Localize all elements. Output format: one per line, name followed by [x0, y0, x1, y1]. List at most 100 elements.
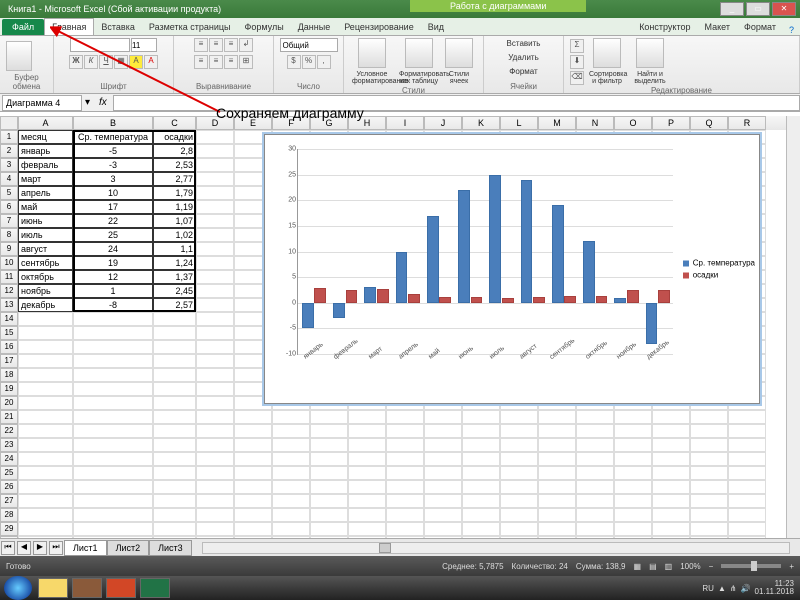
col-header[interactable]: R: [728, 116, 766, 130]
col-header[interactable]: O: [614, 116, 652, 130]
cell[interactable]: [153, 480, 196, 494]
row-header[interactable]: 23: [0, 438, 18, 452]
cell[interactable]: [500, 452, 538, 466]
cell[interactable]: [196, 298, 234, 312]
currency-button[interactable]: $: [287, 55, 301, 69]
cell[interactable]: [576, 466, 614, 480]
view-pagebreak-icon[interactable]: ▥: [665, 562, 673, 571]
cell[interactable]: [424, 508, 462, 522]
row-header[interactable]: 6: [0, 200, 18, 214]
cell[interactable]: [153, 326, 196, 340]
cell[interactable]: сентябрь: [18, 256, 73, 270]
cell[interactable]: [386, 452, 424, 466]
cell[interactable]: [728, 452, 766, 466]
col-header[interactable]: G: [310, 116, 348, 130]
cell[interactable]: [153, 438, 196, 452]
cell[interactable]: [196, 186, 234, 200]
chart-bar[interactable]: [646, 303, 658, 344]
col-header[interactable]: I: [386, 116, 424, 130]
tab-home[interactable]: Главная: [44, 18, 94, 35]
sheet-nav-last[interactable]: ⏭: [49, 541, 63, 555]
chart-bar[interactable]: [408, 294, 420, 303]
cell[interactable]: [690, 466, 728, 480]
cell[interactable]: [424, 410, 462, 424]
percent-button[interactable]: %: [302, 55, 316, 69]
cell[interactable]: [196, 368, 234, 382]
autosum-button[interactable]: Σ: [570, 39, 584, 53]
tray-network-icon[interactable]: ⋔: [730, 584, 737, 593]
cell[interactable]: [576, 508, 614, 522]
cell[interactable]: [153, 410, 196, 424]
cell[interactable]: [18, 368, 73, 382]
cell[interactable]: [652, 522, 690, 536]
chart-bar[interactable]: [614, 298, 626, 303]
chart-bar[interactable]: [346, 290, 358, 303]
row-header[interactable]: 14: [0, 312, 18, 326]
cell[interactable]: [538, 452, 576, 466]
col-header[interactable]: P: [652, 116, 690, 130]
taskbar-powerpoint-icon[interactable]: [106, 578, 136, 598]
chart-bar[interactable]: [502, 298, 514, 303]
conditional-format-button[interactable]: [358, 38, 386, 68]
chart-plot-area[interactable]: -10-5051015202530: [297, 149, 673, 355]
taskbar-explorer-icon[interactable]: [38, 578, 68, 598]
cell[interactable]: [652, 494, 690, 508]
row-header[interactable]: 8: [0, 228, 18, 242]
cell[interactable]: [310, 410, 348, 424]
chart-bar[interactable]: [314, 288, 326, 302]
cell[interactable]: 1,19: [153, 200, 196, 214]
taskbar-excel-icon[interactable]: [140, 578, 170, 598]
row-header[interactable]: 11: [0, 270, 18, 284]
chart-legend[interactable]: Ср. температура осадки: [683, 256, 755, 283]
cell[interactable]: 17: [73, 200, 153, 214]
col-header[interactable]: C: [153, 116, 196, 130]
cell[interactable]: 1,1: [153, 242, 196, 256]
chart-bar[interactable]: [364, 287, 376, 302]
zoom-slider[interactable]: [721, 564, 781, 568]
chart-bar[interactable]: [596, 296, 608, 303]
cell[interactable]: [73, 410, 153, 424]
align-right-button[interactable]: ≡: [224, 55, 238, 69]
cell[interactable]: [690, 424, 728, 438]
cell[interactable]: [272, 466, 310, 480]
cell[interactable]: [196, 354, 234, 368]
cell[interactable]: [196, 452, 234, 466]
cell[interactable]: [386, 410, 424, 424]
cell[interactable]: [153, 340, 196, 354]
cell[interactable]: [690, 438, 728, 452]
row-header[interactable]: 26: [0, 480, 18, 494]
cell[interactable]: [196, 270, 234, 284]
row-headers[interactable]: 1234567891011121314151617181920212223242…: [0, 130, 18, 538]
cell[interactable]: [73, 494, 153, 508]
cell[interactable]: [348, 452, 386, 466]
cell[interactable]: [234, 452, 272, 466]
cell[interactable]: [272, 410, 310, 424]
cell[interactable]: [386, 508, 424, 522]
cell[interactable]: [196, 382, 234, 396]
cell[interactable]: [614, 438, 652, 452]
tab-insert[interactable]: Вставка: [94, 19, 141, 35]
cell[interactable]: [234, 438, 272, 452]
cell[interactable]: -5: [73, 144, 153, 158]
font-size-select[interactable]: [131, 38, 157, 52]
cell[interactable]: ноябрь: [18, 284, 73, 298]
cell[interactable]: [462, 438, 500, 452]
cell[interactable]: [196, 130, 234, 144]
cell[interactable]: [614, 480, 652, 494]
cell[interactable]: 1,37: [153, 270, 196, 284]
cell[interactable]: [386, 522, 424, 536]
chart-object[interactable]: -10-5051015202530 январьфевральмартапрел…: [264, 134, 760, 404]
row-header[interactable]: 3: [0, 158, 18, 172]
cell[interactable]: [272, 508, 310, 522]
cell[interactable]: [196, 466, 234, 480]
cell[interactable]: март: [18, 172, 73, 186]
cell[interactable]: [348, 466, 386, 480]
cell[interactable]: [500, 480, 538, 494]
font-name-select[interactable]: [70, 38, 130, 52]
start-button[interactable]: [4, 576, 32, 600]
cell[interactable]: [196, 144, 234, 158]
cell[interactable]: Ср. температура: [73, 130, 153, 144]
cell[interactable]: [500, 508, 538, 522]
cell[interactable]: [728, 508, 766, 522]
cell[interactable]: [73, 522, 153, 536]
